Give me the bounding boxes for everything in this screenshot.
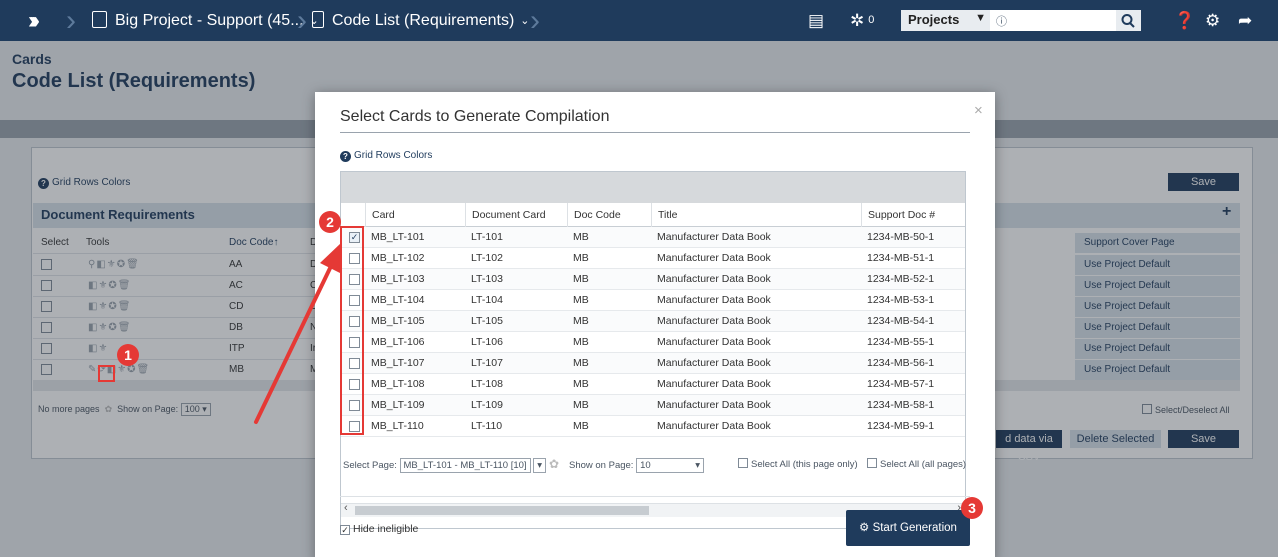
annotation-arrow bbox=[254, 243, 341, 424]
